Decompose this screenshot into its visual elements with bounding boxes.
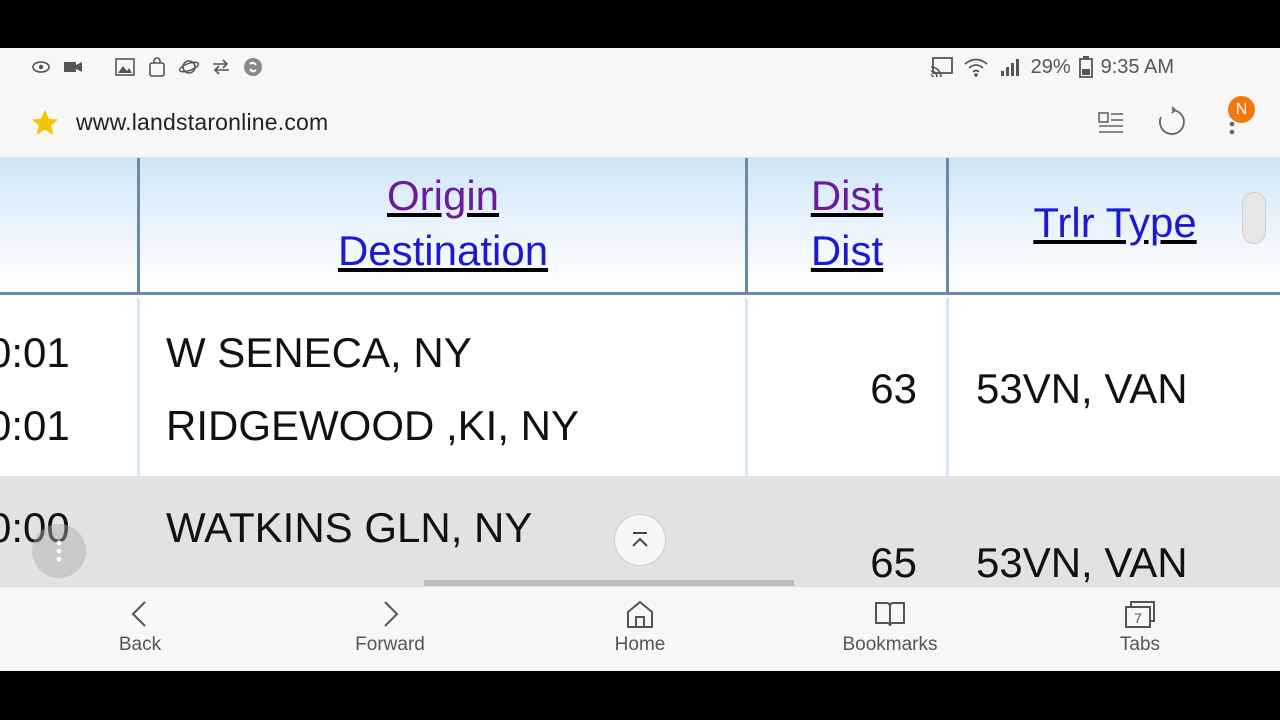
letterbox-top (0, 0, 1280, 48)
status-bar: 29% 9:35 AM (0, 48, 1280, 88)
forward-button[interactable]: Forward (310, 587, 470, 671)
bag-icon (146, 56, 168, 78)
column-divider (745, 158, 748, 295)
home-label: Home (614, 634, 666, 655)
battery-icon (1078, 55, 1093, 79)
column-divider (137, 158, 140, 295)
shazam-icon (242, 56, 264, 78)
origin-city: W SENECA, NY (166, 329, 472, 376)
eye-icon (30, 56, 52, 78)
column-divider (137, 298, 140, 476)
floating-menu-button[interactable] (32, 524, 86, 578)
bookmark-star-icon[interactable] (30, 108, 60, 138)
clock: 9:35 AM (1100, 55, 1174, 78)
chevron-left-icon (123, 599, 157, 629)
trailer-type: 53VN, VAN (976, 539, 1188, 586)
book-icon (873, 599, 907, 629)
url-bar: www.landstaronline.com N (0, 88, 1280, 158)
loads-table: Origin Destination Dist Dist Trlr Type 0… (0, 158, 1280, 586)
home-button[interactable]: Home (560, 587, 720, 671)
sync-icon (210, 56, 232, 78)
distance: 63 (870, 365, 917, 412)
signal-icon (997, 55, 1023, 79)
table-row[interactable]: 0:01 0:01 W SENECA, NY RIDGEWOOD ,KI, NY… (0, 298, 1280, 476)
trlr-type-sort-link[interactable]: Trlr Type (1033, 199, 1196, 246)
reader-mode-icon[interactable] (1096, 108, 1126, 138)
image-icon (114, 56, 136, 78)
cast-icon (929, 55, 955, 79)
system-indicators: 29% 9:35 AM (929, 55, 1174, 79)
table-header: Origin Destination Dist Dist Trlr Type (0, 158, 1280, 295)
browser-screen: 29% 9:35 AM www.landstaronline.com N Ori… (0, 48, 1280, 671)
bookmarks-button[interactable]: Bookmarks (810, 587, 970, 671)
notification-badge: N (1228, 96, 1255, 123)
tab-count: 7 (1134, 610, 1142, 626)
column-divider (946, 158, 949, 295)
chevron-right-icon (373, 599, 407, 629)
tabs-icon: 7 (1123, 599, 1157, 629)
origin-destination-header: Origin Destination (141, 168, 745, 278)
scroll-to-top-button[interactable] (614, 514, 666, 566)
home-icon (623, 599, 657, 629)
destination-sort-link[interactable]: Destination (338, 227, 548, 274)
back-label: Back (118, 634, 162, 655)
trlr-type-header: Trlr Type (950, 195, 1280, 250)
refresh-icon[interactable] (1156, 106, 1188, 138)
url-field[interactable]: www.landstaronline.com (76, 109, 328, 136)
notification-icons (30, 56, 264, 78)
dist-sort-link-top[interactable]: Dist (811, 172, 883, 219)
origin-sort-link[interactable]: Origin (387, 172, 499, 219)
planet-icon (178, 56, 200, 78)
distance: 65 (870, 539, 917, 586)
wifi-icon (963, 55, 989, 79)
tabs-label: Tabs (1119, 634, 1161, 655)
dist-sort-link-bottom[interactable]: Dist (811, 227, 883, 274)
origin-city: WATKINS GLN, NY (166, 504, 533, 551)
video-icon (62, 56, 84, 78)
tabs-button[interactable]: 7 Tabs (1060, 587, 1220, 671)
back-button[interactable]: Back (60, 587, 220, 671)
scrollbar-thumb[interactable] (1242, 192, 1266, 244)
column-divider (745, 298, 748, 476)
bottom-toolbar: Back Forward Home Bookmarks 7 Tabs (0, 586, 1280, 671)
pickup-time: 0:01 (0, 329, 70, 376)
forward-label: Forward (355, 634, 425, 655)
letterbox-bottom (0, 671, 1280, 720)
column-divider (946, 298, 949, 476)
battery-percent: 29% (1030, 55, 1071, 78)
dist-header: Dist Dist (749, 168, 945, 278)
chevron-up-icon (632, 532, 648, 547)
destination-city: RIDGEWOOD ,KI, NY (166, 402, 580, 449)
delivery-time: 0:01 (0, 402, 70, 449)
trailer-type: 53VN, VAN (976, 365, 1188, 412)
bookmarks-label: Bookmarks (842, 634, 938, 655)
